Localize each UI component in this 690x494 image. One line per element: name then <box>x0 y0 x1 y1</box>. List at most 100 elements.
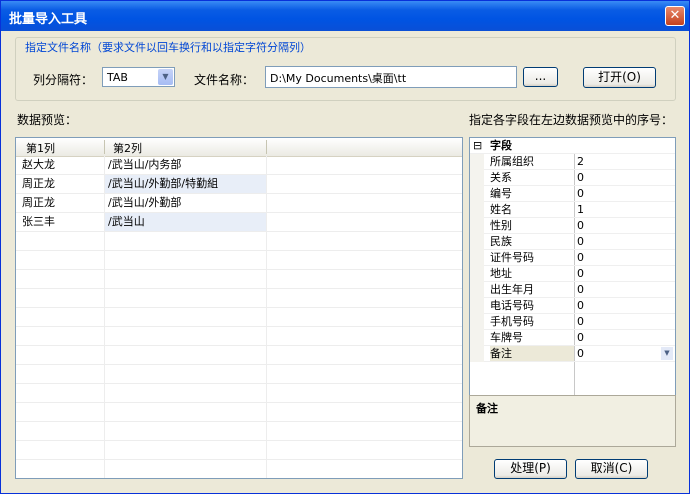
empty-row <box>16 384 462 403</box>
field-row-selected[interactable]: 备注 0 ▼ <box>470 346 675 362</box>
chevron-down-icon[interactable]: ▼ <box>158 69 173 85</box>
empty-row <box>16 270 462 289</box>
field-row[interactable]: 电话号码 0 <box>470 298 675 314</box>
process-button[interactable]: 处理(P) <box>494 459 567 479</box>
field-value[interactable]: 0 <box>577 186 675 201</box>
field-row[interactable]: 车牌号 0 <box>470 330 675 346</box>
field-name: 手机号码 <box>490 315 534 328</box>
category-label: 字段 <box>490 139 512 152</box>
close-button[interactable]: ✕ <box>665 6 685 26</box>
field-row[interactable]: 关系 0 <box>470 170 675 186</box>
empty-row <box>16 308 462 327</box>
field-name: 证件号码 <box>490 251 534 264</box>
field-row[interactable]: 性别 0 <box>470 218 675 234</box>
field-value[interactable]: 0 <box>577 170 675 185</box>
field-row[interactable]: 证件号码 0 <box>470 250 675 266</box>
empty-row <box>16 422 462 441</box>
row-gutter <box>470 346 484 362</box>
field-name: 地址 <box>490 267 512 280</box>
field-value[interactable]: 0 <box>577 218 675 233</box>
field-value[interactable]: 0 <box>577 314 675 329</box>
column-separator[interactable] <box>104 140 105 154</box>
field-name: 关系 <box>490 171 512 184</box>
row-gutter <box>470 218 484 234</box>
category-row[interactable]: ⊟ 字段 <box>470 138 675 154</box>
empty-row <box>16 289 462 308</box>
table-row[interactable]: 赵大龙 /武当山/内务部 <box>16 156 462 175</box>
field-row[interactable]: 编号 0 <box>470 186 675 202</box>
row-gutter <box>470 250 484 266</box>
row-gutter <box>470 282 484 298</box>
grid-header: 第1列 第2列 <box>16 138 462 157</box>
row-gutter <box>470 314 484 330</box>
table-row[interactable]: 张三丰 /武当山 <box>16 213 462 232</box>
row-gutter <box>470 330 484 346</box>
field-name: 所属组织 <box>490 155 534 168</box>
separator-select[interactable]: TAB ▼ <box>102 67 175 87</box>
file-group-legend: 指定文件名称（要求文件以回车换行和以指定字符分隔列） <box>23 39 313 55</box>
table-cell: 张三丰 <box>22 215 55 228</box>
table-cell: /武当山/外勤部 <box>108 196 182 209</box>
separator-label: 列分隔符： <box>33 73 94 87</box>
field-value[interactable]: 0 <box>577 298 675 313</box>
row-gutter <box>470 170 484 186</box>
field-name: 民族 <box>490 235 512 248</box>
table-cell: /武当山/外勤部/特勤組 <box>105 175 266 193</box>
field-value[interactable]: 0 <box>577 330 675 345</box>
row-gutter <box>470 298 484 314</box>
row-gutter <box>470 234 484 250</box>
preview-grid[interactable]: 第1列 第2列 赵大龙 /武当山/内务部 周正龙 /武当山/外勤部/特勤組 周正… <box>15 137 463 479</box>
row-gutter <box>470 186 484 202</box>
open-button[interactable]: 打开(O) <box>583 67 656 88</box>
filename-label: 文件名称： <box>194 73 255 87</box>
empty-row <box>16 251 462 270</box>
table-cell: /武当山/内务部 <box>108 158 182 171</box>
description-title: 备注 <box>476 402 498 415</box>
collapse-icon[interactable]: ⊟ <box>473 138 482 153</box>
field-row[interactable]: 所属组织 2 <box>470 154 675 170</box>
field-value[interactable]: 0 <box>577 282 675 297</box>
mapping-label: 指定各字段在左边数据预览中的序号： <box>469 113 674 127</box>
field-row[interactable]: 民族 0 <box>470 234 675 250</box>
field-name: 编号 <box>490 187 512 200</box>
cancel-button[interactable]: 取消(C) <box>575 459 648 479</box>
empty-row <box>16 441 462 460</box>
field-name: 姓名 <box>490 203 512 216</box>
row-gutter <box>470 202 484 218</box>
field-row[interactable]: 手机号码 0 <box>470 314 675 330</box>
empty-row <box>16 460 462 478</box>
table-row[interactable]: 周正龙 /武当山/外勤部 <box>16 194 462 213</box>
column-header-1[interactable]: 第1列 <box>26 140 55 156</box>
table-row[interactable]: 周正龙 /武当山/外勤部/特勤組 <box>16 175 462 194</box>
table-cell: 赵大龙 <box>22 158 55 171</box>
preview-label: 数据预览： <box>17 113 78 127</box>
browse-button[interactable]: ... <box>523 67 558 87</box>
field-value[interactable]: 1 <box>577 202 675 217</box>
import-dialog: 批量导入工具 ✕ 指定文件名称（要求文件以回车换行和以指定字符分隔列） 列分隔符… <box>0 0 690 494</box>
empty-row <box>16 232 462 251</box>
field-name: 出生年月 <box>490 283 534 296</box>
dropdown-arrow-icon[interactable]: ▼ <box>661 347 673 360</box>
field-value[interactable]: 2 <box>577 154 675 169</box>
empty-row <box>16 403 462 422</box>
window-title: 批量导入工具 <box>9 12 88 27</box>
empty-row <box>16 365 462 384</box>
field-row[interactable]: 姓名 1 <box>470 202 675 218</box>
field-name: 性别 <box>490 219 512 232</box>
table-cell: 周正龙 <box>22 177 55 190</box>
separator-value: TAB <box>107 71 128 84</box>
table-cell: 周正龙 <box>22 196 55 209</box>
field-row[interactable]: 出生年月 0 <box>470 282 675 298</box>
empty-row <box>16 327 462 346</box>
field-name: 车牌号 <box>490 331 523 344</box>
description-panel: 备注 <box>469 395 676 447</box>
field-value[interactable]: 0 <box>577 234 675 249</box>
row-gutter <box>470 266 484 282</box>
field-row[interactable]: 地址 0 <box>470 266 675 282</box>
field-value[interactable]: 0 <box>577 266 675 281</box>
column-header-2[interactable]: 第2列 <box>113 140 142 156</box>
column-separator[interactable] <box>266 140 267 154</box>
field-name: 电话号码 <box>490 299 534 312</box>
field-value[interactable]: 0 <box>577 250 675 265</box>
filename-input[interactable]: D:\My Documents\桌面\tt <box>265 66 517 88</box>
